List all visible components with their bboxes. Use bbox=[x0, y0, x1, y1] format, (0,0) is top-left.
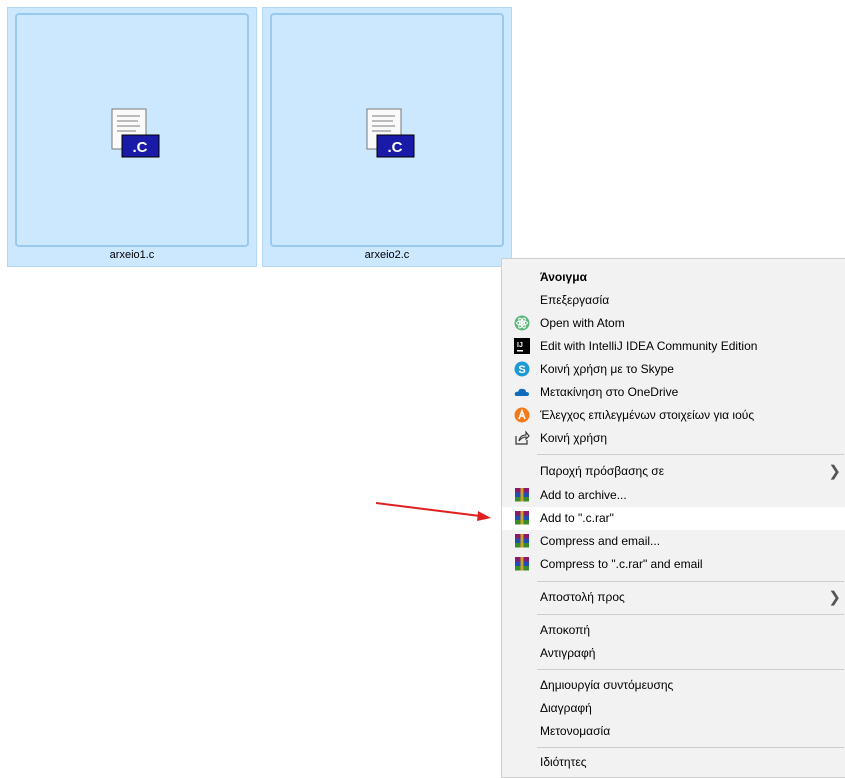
menu-item-label: Άνοιγμα bbox=[540, 270, 587, 284]
context-menu: Άνοιγμα Επεξεργασία Open with Atom IJ Ed… bbox=[501, 258, 845, 778]
menu-item-open[interactable]: Άνοιγμα bbox=[502, 266, 845, 289]
share-icon bbox=[515, 430, 530, 445]
menu-item-send-to[interactable]: Αποστολή προς ❯ bbox=[502, 586, 845, 609]
menu-item-cut[interactable]: Αποκοπή bbox=[502, 619, 845, 642]
svg-text:S: S bbox=[518, 364, 525, 376]
menu-item-share[interactable]: Κοινή χρήση bbox=[502, 427, 845, 450]
menu-item-rename[interactable]: Μετονομασία bbox=[502, 720, 845, 743]
menu-item-label: Διαγραφή bbox=[540, 701, 592, 715]
menu-item-label: Μετονομασία bbox=[540, 724, 611, 738]
menu-item-label: Edit with IntelliJ IDEA Community Editio… bbox=[540, 339, 758, 353]
onedrive-icon bbox=[514, 388, 529, 396]
menu-item-virus-scan[interactable]: Έλεγχος επιλεγμένων στοιχείων για ιούς bbox=[502, 404, 845, 427]
menu-separator bbox=[537, 581, 844, 582]
menu-item-label: Compress to ".c.rar" and email bbox=[540, 557, 703, 571]
menu-item-label: Compress and email... bbox=[540, 534, 661, 548]
atom-icon bbox=[514, 315, 530, 331]
avast-icon bbox=[514, 407, 530, 423]
menu-item-label: Κοινή χρήση bbox=[540, 431, 608, 445]
menu-item-label: Αποκοπή bbox=[540, 623, 591, 637]
menu-item-edit[interactable]: Επεξεργασία bbox=[502, 289, 845, 312]
menu-item-share-skype[interactable]: S Κοινή χρήση με το Skype bbox=[502, 358, 845, 381]
menu-item-label: Έλεγχος επιλεγμένων στοιχείων για ιούς bbox=[540, 408, 755, 422]
menu-item-label: Δημιουργία συντόμευσης bbox=[540, 678, 674, 692]
menu-item-open-with-atom[interactable]: Open with Atom bbox=[502, 312, 845, 335]
menu-item-label: Επεξεργασία bbox=[540, 293, 610, 307]
chevron-right-icon: ❯ bbox=[828, 463, 841, 480]
menu-item-label: Μετακίνηση στο OneDrive bbox=[540, 385, 679, 399]
winrar-icon bbox=[515, 511, 529, 525]
menu-separator bbox=[537, 454, 844, 455]
menu-item-move-onedrive[interactable]: Μετακίνηση στο OneDrive bbox=[502, 381, 845, 404]
menu-item-create-shortcut[interactable]: Δημιουργία συντόμευσης bbox=[502, 674, 845, 697]
menu-separator bbox=[537, 669, 844, 670]
menu-item-label: Open with Atom bbox=[540, 316, 625, 330]
menu-item-give-access[interactable]: Παροχή πρόσβασης σε ❯ bbox=[502, 460, 845, 483]
menu-item-properties[interactable]: Ιδιότητες bbox=[502, 751, 845, 774]
menu-item-label: Add to archive... bbox=[540, 488, 627, 502]
menu-item-label: Κοινή χρήση με το Skype bbox=[540, 362, 674, 376]
menu-item-label: Add to ".c.rar" bbox=[540, 511, 614, 525]
winrar-icon bbox=[515, 488, 529, 502]
winrar-icon bbox=[515, 557, 529, 571]
menu-item-label: Ιδιότητες bbox=[540, 755, 587, 769]
menu-item-compress-c-rar-email[interactable]: Compress to ".c.rar" and email bbox=[502, 553, 845, 576]
chevron-right-icon: ❯ bbox=[828, 589, 841, 606]
menu-separator bbox=[537, 614, 844, 615]
svg-text:IJ: IJ bbox=[517, 342, 523, 349]
menu-separator bbox=[537, 747, 844, 748]
menu-item-add-to-archive[interactable]: Add to archive... bbox=[502, 484, 845, 507]
skype-icon: S bbox=[514, 361, 530, 377]
menu-item-edit-with-intellij[interactable]: IJ Edit with IntelliJ IDEA Community Edi… bbox=[502, 335, 845, 358]
winrar-icon bbox=[515, 534, 529, 548]
menu-item-label: Αντιγραφή bbox=[540, 646, 596, 660]
intellij-icon: IJ bbox=[514, 338, 530, 354]
menu-item-delete[interactable]: Διαγραφή bbox=[502, 697, 845, 720]
menu-item-copy[interactable]: Αντιγραφή bbox=[502, 642, 845, 665]
menu-item-add-to-c-rar[interactable]: Add to ".c.rar" bbox=[502, 507, 845, 530]
menu-item-label: Αποστολή προς bbox=[540, 590, 625, 604]
menu-item-label: Παροχή πρόσβασης σε bbox=[540, 464, 665, 478]
menu-item-compress-email[interactable]: Compress and email... bbox=[502, 530, 845, 553]
